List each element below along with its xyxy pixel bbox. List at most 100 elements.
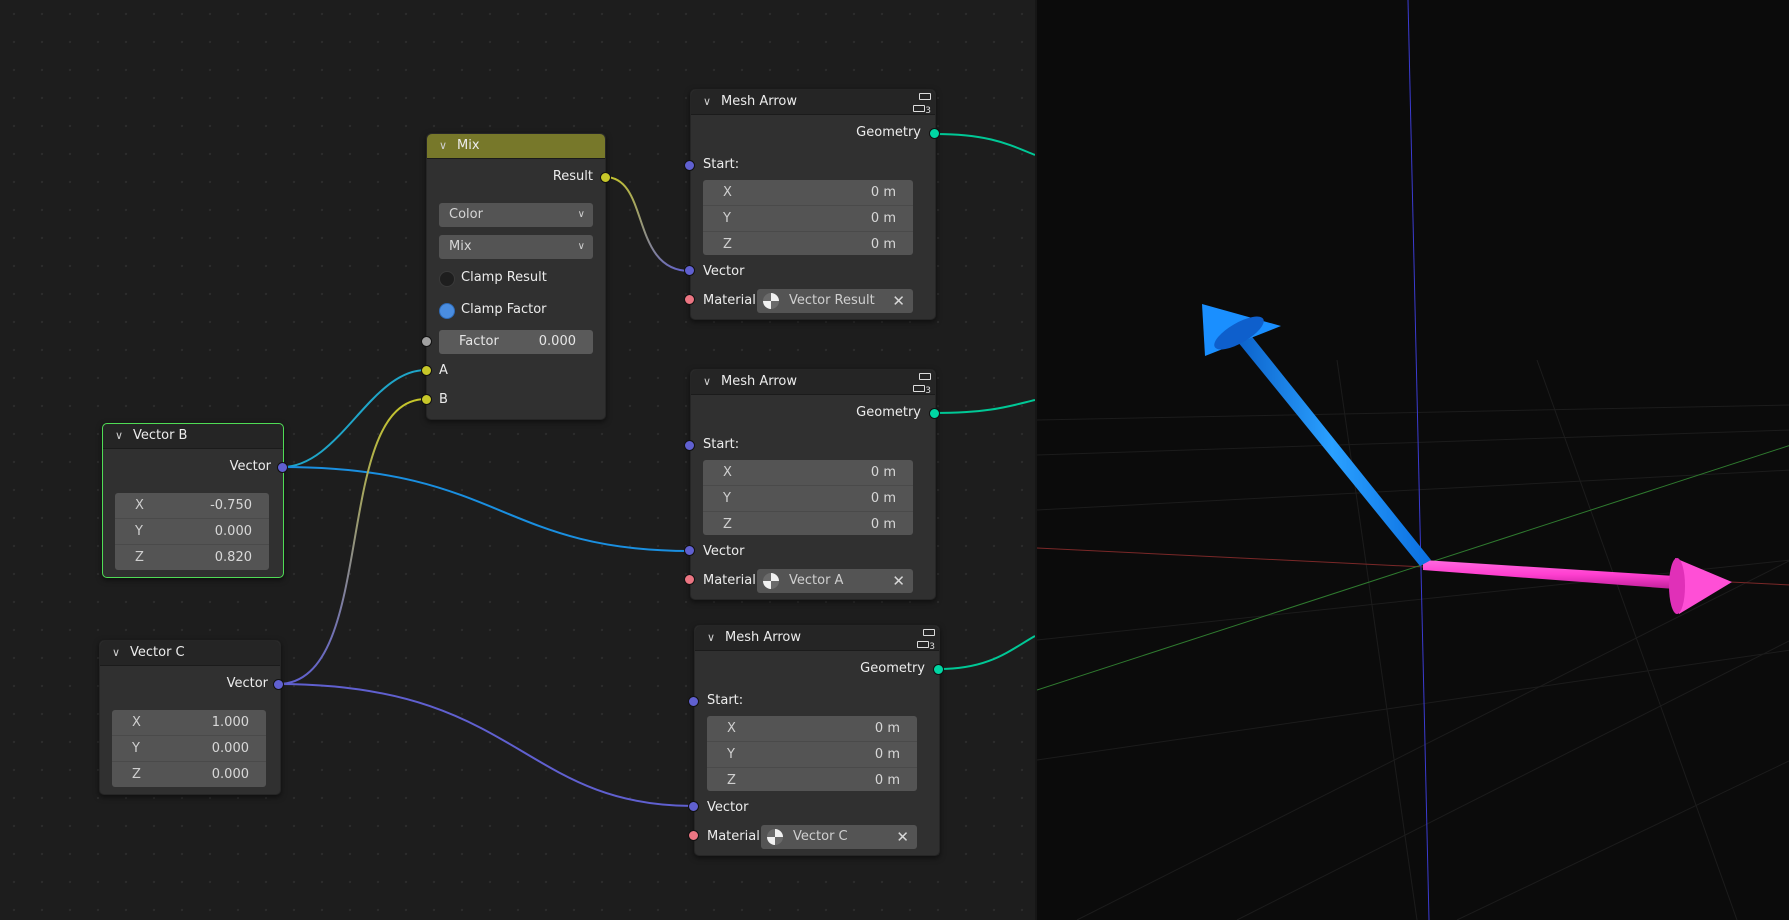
node-group-icon[interactable]: 3 (917, 628, 935, 652)
mix-blend-mode-dropdown[interactable]: Mix ∨ (439, 235, 593, 259)
vector-b-node-header[interactable]: ∨ Vector B (103, 424, 283, 449)
arrow1-start-fields[interactable]: X 0 m Y 0 m Z 0 m (703, 180, 913, 255)
vector-c-x-field[interactable]: X 1.000 (112, 710, 266, 736)
vector-c-z-field[interactable]: Z 0.000 (112, 762, 266, 787)
arrow1-material-field[interactable]: Vector Result ✕ (757, 289, 913, 313)
arrow2-geometry-socket[interactable] (929, 408, 940, 419)
vector-c-fields[interactable]: X 1.000 Y 0.000 Z 0.000 (112, 710, 266, 787)
mix-result-socket[interactable] (600, 172, 611, 183)
arrow3-start-fields[interactable]: X 0 m Y 0 m Z 0 m (707, 716, 917, 791)
y-label: Y (135, 524, 143, 539)
mesh-arrow-node-3[interactable]: ∨ Mesh Arrow 3 Geometry Start: X 0 m Y 0 m… (694, 625, 940, 856)
arrow1-geometry-socket[interactable] (929, 128, 940, 139)
mesh-arrow-node-1[interactable]: ∨ Mesh Arrow 3 Geometry Start: X 0 m Y 0 m… (690, 89, 936, 320)
mesh-arrow-1-header[interactable]: ∨ Mesh Arrow 3 (691, 90, 935, 116)
arrow2-start-fields[interactable]: X 0 m Y 0 m Z 0 m (703, 460, 913, 535)
y-label: Y (723, 491, 731, 506)
node-group-icon[interactable]: 3 (913, 372, 931, 396)
chevron-down-icon: ∨ (577, 209, 585, 220)
pink-arrow-shaft (1423, 560, 1675, 589)
vector-b-node[interactable]: ∨ Vector B Vector X -0.750 Y 0.000 Z 0.8… (102, 423, 284, 578)
mesh-arrow-2-title: Mesh Arrow (721, 374, 798, 389)
arrow3-material-field[interactable]: Vector C ✕ (761, 825, 917, 849)
node-editor[interactable]: ∨ Mix Result Color ∨ Mix ∨ Clamp Result … (0, 0, 1035, 920)
y-value: 0.000 (214, 524, 252, 539)
chevron-down-icon[interactable]: ∨ (115, 424, 123, 448)
mix-node-header[interactable]: ∨ Mix (427, 134, 605, 159)
arrow1-start-socket[interactable] (684, 160, 695, 171)
close-icon[interactable]: ✕ (896, 825, 909, 849)
arrow2-vector-socket[interactable] (684, 545, 695, 556)
material-icon (767, 829, 783, 845)
material-name: Vector C (793, 829, 848, 844)
arrow1-x-field[interactable]: X 0 m (703, 180, 913, 206)
vector-b-output-socket[interactable] (277, 462, 288, 473)
arrow3-geometry-label: Geometry (860, 661, 925, 676)
arrow3-geometry-socket[interactable] (933, 664, 944, 675)
vector-c-node[interactable]: ∨ Vector C Vector X 1.000 Y 0.000 Z 0.00… (99, 640, 281, 795)
chevron-down-icon[interactable]: ∨ (703, 370, 711, 394)
y-value: 0 m (870, 211, 896, 226)
link-vector-c-to-mix-b[interactable] (277, 398, 427, 685)
arrow1-material-socket[interactable] (684, 294, 695, 305)
3d-viewport[interactable] (1035, 0, 1789, 920)
arrow2-start-label: Start: (703, 437, 740, 452)
vector-c-node-header[interactable]: ∨ Vector C (100, 641, 280, 666)
arrow1-z-field[interactable]: Z 0 m (703, 232, 913, 257)
arrow2-material-socket[interactable] (684, 574, 695, 585)
arrow2-z-field[interactable]: Z 0 m (703, 512, 913, 537)
arrow2-material-field[interactable]: Vector A ✕ (757, 569, 913, 593)
mesh-arrow-3-header[interactable]: ∨ Mesh Arrow 3 (695, 626, 939, 652)
close-icon[interactable]: ✕ (892, 289, 905, 313)
mix-input-a-label: A (439, 363, 448, 378)
arrow2-x-field[interactable]: X 0 m (703, 460, 913, 486)
arrow3-start-socket[interactable] (688, 696, 699, 707)
arrow2-start-socket[interactable] (684, 440, 695, 451)
mesh-arrow-2-header[interactable]: ∨ Mesh Arrow 3 (691, 370, 935, 396)
vector-b-z-field[interactable]: Z 0.820 (115, 545, 269, 570)
chevron-down-icon[interactable]: ∨ (707, 626, 715, 650)
mix-b-socket[interactable] (421, 394, 432, 405)
mix-factor-socket[interactable] (421, 336, 432, 347)
vector-b-fields[interactable]: X -0.750 Y 0.000 Z 0.820 (115, 493, 269, 570)
vector-c-y-field[interactable]: Y 0.000 (112, 736, 266, 762)
z-label: Z (135, 550, 144, 565)
link-arrow3-geometry-out[interactable] (938, 635, 1035, 670)
arrow1-material-label: Material: (703, 293, 761, 308)
arrow3-z-field[interactable]: Z 0 m (707, 768, 917, 793)
node-group-icon[interactable]: 3 (913, 92, 931, 116)
chevron-down-icon[interactable]: ∨ (703, 90, 711, 114)
factor-value: 0.000 (538, 334, 576, 349)
mix-data-type-dropdown[interactable]: Color ∨ (439, 203, 593, 227)
link-mix-result-to-arrow1-vector[interactable] (604, 176, 691, 272)
clamp-result-checkbox[interactable] (439, 271, 455, 287)
arrow3-y-field[interactable]: Y 0 m (707, 742, 917, 768)
vector-b-y-field[interactable]: Y 0.000 (115, 519, 269, 545)
chevron-down-icon[interactable]: ∨ (112, 641, 120, 665)
arrow3-vector-socket[interactable] (688, 801, 699, 812)
chevron-down-icon[interactable]: ∨ (439, 134, 447, 158)
arrow3-start-label: Start: (707, 693, 744, 708)
arrow2-y-field[interactable]: Y 0 m (703, 486, 913, 512)
arrow1-y-field[interactable]: Y 0 m (703, 206, 913, 232)
vector-b-x-field[interactable]: X -0.750 (115, 493, 269, 519)
mix-node[interactable]: ∨ Mix Result Color ∨ Mix ∨ Clamp Result … (426, 133, 606, 420)
mesh-arrow-node-2[interactable]: ∨ Mesh Arrow 3 Geometry Start: X 0 m Y 0 m… (690, 369, 936, 600)
z-value: 0 m (870, 517, 896, 532)
mix-a-socket[interactable] (421, 365, 432, 376)
link-vector-b-to-arrow2-vector[interactable] (281, 466, 691, 552)
z-label: Z (723, 237, 732, 252)
arrow1-vector-socket[interactable] (684, 265, 695, 276)
y-label: Y (723, 211, 731, 226)
factor-slider[interactable]: Factor 0.000 (439, 330, 593, 354)
close-icon[interactable]: ✕ (892, 569, 905, 593)
link-vector-c-to-arrow3-vector[interactable] (277, 683, 695, 807)
mix-result-label: Result (552, 169, 593, 184)
link-arrow2-geometry-out[interactable] (934, 399, 1035, 414)
arrow3-material-socket[interactable] (688, 830, 699, 841)
link-vector-b-to-mix-a[interactable] (281, 369, 427, 468)
clamp-factor-checkbox[interactable] (439, 303, 455, 319)
link-arrow1-geometry-out[interactable] (934, 133, 1035, 156)
arrow3-x-field[interactable]: X 0 m (707, 716, 917, 742)
vector-c-output-socket[interactable] (273, 679, 284, 690)
